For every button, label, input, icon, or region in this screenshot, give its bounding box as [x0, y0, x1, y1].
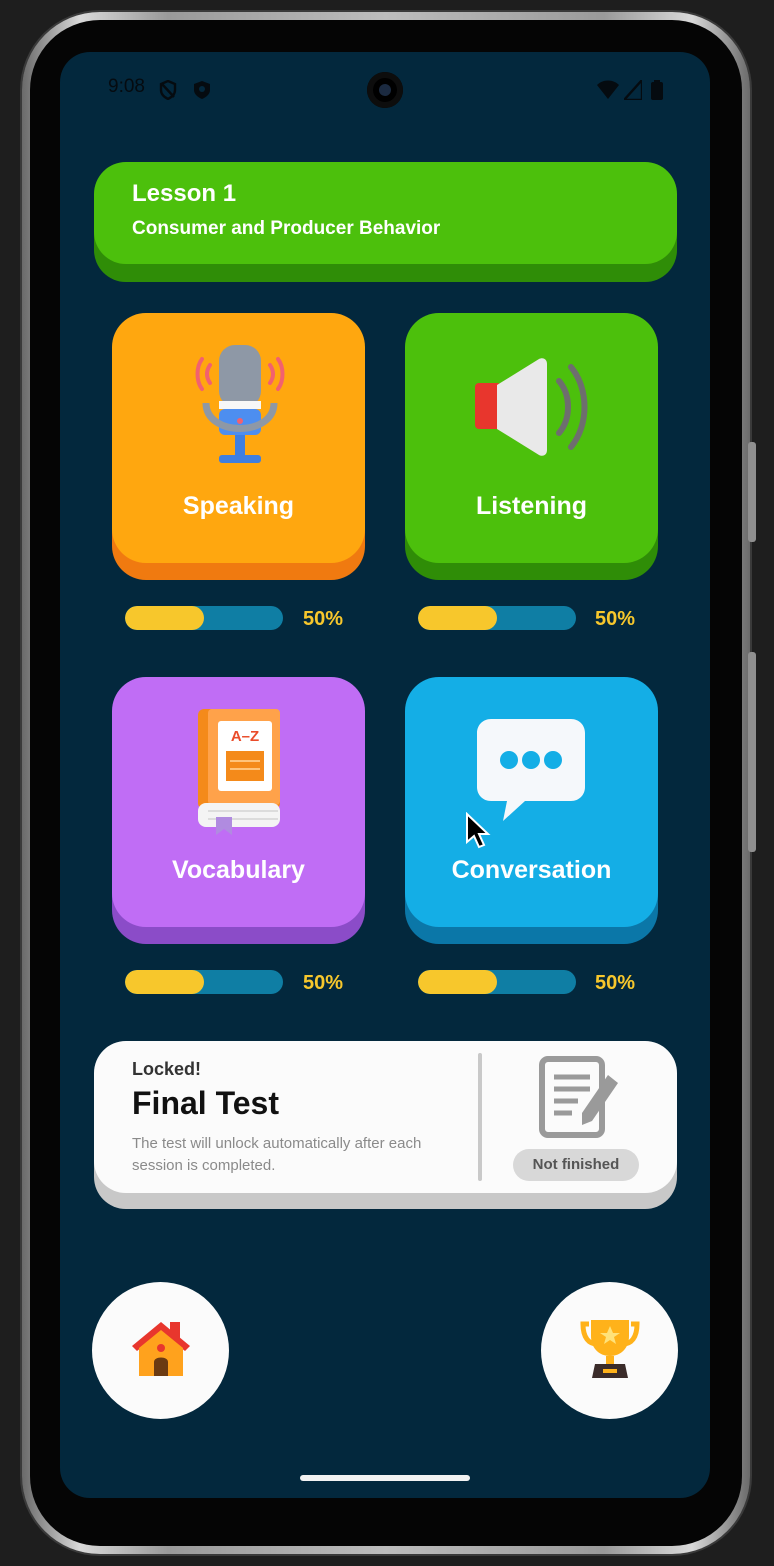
dictionary-book-icon: A–Z — [198, 709, 280, 835]
shield-icon — [159, 80, 177, 100]
status-badge: Not finished — [513, 1149, 639, 1181]
power-button — [748, 442, 756, 542]
trophy-icon — [580, 1320, 640, 1378]
home-icon — [132, 1322, 190, 1376]
vocabulary-progress-bar — [125, 970, 283, 994]
vocabulary-progress-percent: 50% — [303, 972, 344, 994]
final-test-card[interactable]: Locked! Final Test The test will unlock … — [94, 1041, 677, 1193]
battery-icon — [651, 80, 663, 100]
speaker-icon — [475, 358, 588, 456]
final-test-status: Locked! — [132, 1059, 202, 1079]
lesson-subtitle: Consumer and Producer Behavior — [132, 218, 441, 239]
volume-button — [748, 652, 756, 852]
lesson-title: Lesson 1 — [132, 180, 237, 207]
tile-label: Conversation — [451, 856, 612, 884]
gesture-home-bar[interactable] — [300, 1475, 470, 1481]
listening-tile[interactable]: Listening — [405, 313, 658, 563]
final-test-title: Final Test — [132, 1085, 279, 1121]
status-time: 9:08 — [108, 76, 145, 97]
progress-fill — [125, 970, 204, 994]
listening-progress-bar — [418, 606, 576, 630]
vpn-shield-icon — [194, 81, 210, 99]
tile-label: Speaking — [182, 492, 295, 520]
tile-label: Listening — [475, 492, 588, 520]
microphone-icon — [195, 345, 285, 463]
progress-fill — [418, 606, 497, 630]
wifi-icon — [597, 80, 619, 99]
signal-icon — [624, 80, 642, 100]
home-button[interactable] — [92, 1282, 229, 1419]
speaking-progress-percent: 50% — [303, 608, 344, 630]
app-screen: 9:08 Lesson 1 Consumer and Producer Beha… — [60, 52, 710, 1498]
conversation-progress-bar — [418, 970, 576, 994]
final-test-description: The test will unlock automatically after… — [132, 1135, 422, 1174]
progress-fill — [418, 970, 497, 994]
tile-label: Vocabulary — [172, 856, 305, 884]
listening-progress-percent: 50% — [595, 608, 636, 630]
chat-bubble-icon — [477, 719, 585, 821]
speaking-tile[interactable]: Speaking — [112, 313, 365, 563]
svg-text:A–Z: A–Z — [231, 728, 259, 745]
vocabulary-tile[interactable]: A–Z Vocabulary — [112, 677, 365, 927]
trophy-button[interactable] — [541, 1282, 678, 1419]
front-camera — [367, 72, 403, 108]
test-document-icon — [539, 1056, 618, 1138]
divider — [478, 1053, 482, 1181]
conversation-progress-percent: 50% — [595, 972, 636, 994]
speaking-progress-bar — [125, 606, 283, 630]
progress-fill — [125, 606, 204, 630]
mouse-cursor-icon — [466, 812, 491, 849]
lesson-banner[interactable]: Lesson 1 Consumer and Producer Behavior — [94, 162, 677, 264]
conversation-tile[interactable]: Conversation — [405, 677, 658, 927]
